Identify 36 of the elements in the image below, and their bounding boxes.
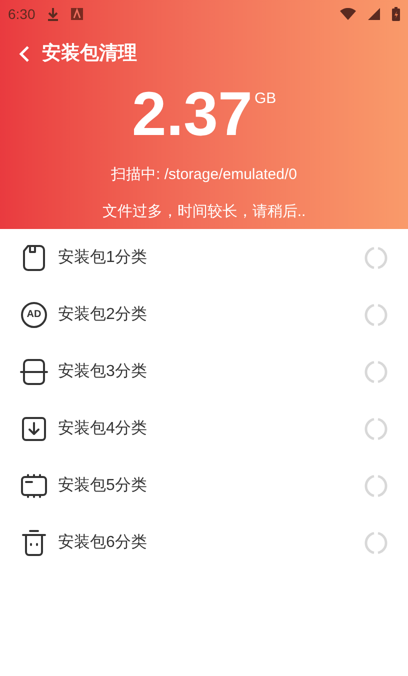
loading-spinner-icon bbox=[364, 360, 388, 384]
loading-spinner-icon bbox=[364, 474, 388, 498]
sd-card-icon bbox=[21, 244, 47, 272]
signal-icon bbox=[368, 8, 380, 20]
download-icon bbox=[21, 416, 47, 442]
card-icon bbox=[20, 358, 48, 386]
battery-icon bbox=[392, 7, 400, 21]
scanned-size: 2.37 bbox=[132, 84, 252, 146]
clock: 6:30 bbox=[8, 4, 36, 24]
category-row[interactable]: 安装包1分类 bbox=[0, 229, 408, 286]
category-label: 安装包4分类 bbox=[58, 418, 148, 438]
app-icon bbox=[71, 8, 84, 20]
category-label: 安装包5分类 bbox=[58, 476, 148, 496]
ad-icon: AD bbox=[21, 302, 47, 328]
loading-spinner-icon bbox=[364, 416, 388, 440]
category-row[interactable]: 安装包5分类 bbox=[0, 457, 408, 514]
category-label: 安装包3分类 bbox=[58, 362, 148, 382]
back-icon[interactable] bbox=[18, 45, 30, 63]
loading-spinner-icon bbox=[364, 302, 388, 326]
wait-notice: 文件过多，时间较长，请稍后.. bbox=[101, 202, 307, 222]
category-label: 安装包2分类 bbox=[58, 304, 148, 324]
loading-spinner-icon bbox=[364, 246, 388, 270]
download-icon bbox=[47, 7, 60, 21]
category-row[interactable]: 安装包3分类 bbox=[0, 343, 408, 400]
trash-icon bbox=[21, 528, 47, 556]
wifi-icon bbox=[340, 8, 356, 20]
category-label: 安装包6分类 bbox=[58, 532, 148, 552]
category-row[interactable]: 安装包6分类 bbox=[0, 514, 408, 571]
chip-icon bbox=[20, 472, 48, 498]
scan-path: 扫描中: /storage/emulated/0 bbox=[110, 165, 298, 185]
category-row[interactable]: AD 安装包2分类 bbox=[0, 286, 408, 343]
size-unit: GB bbox=[254, 89, 276, 109]
page-title: 安装包清理 bbox=[42, 42, 137, 66]
loading-spinner-icon bbox=[364, 530, 388, 554]
category-label: 安装包1分类 bbox=[58, 248, 148, 268]
category-row[interactable]: 安装包4分类 bbox=[0, 400, 408, 457]
